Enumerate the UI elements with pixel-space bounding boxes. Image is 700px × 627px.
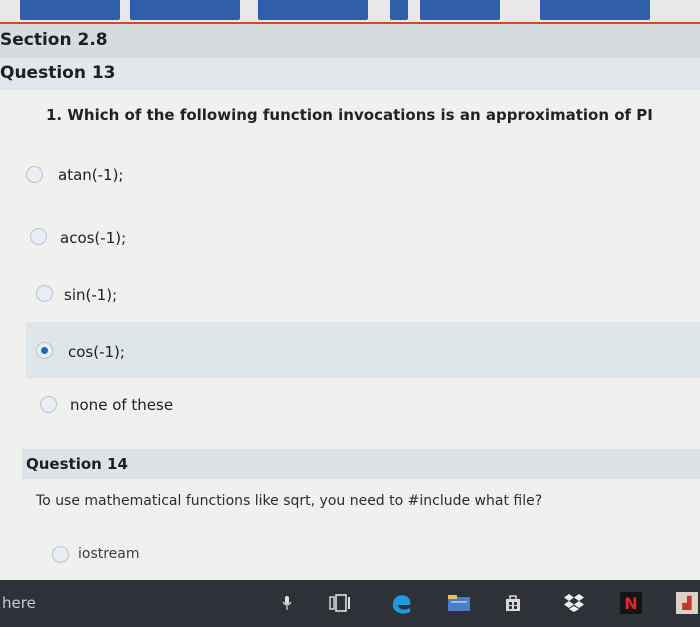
section-header: Section 2.8 xyxy=(0,24,700,59)
netflix-icon[interactable]: N xyxy=(620,592,642,614)
choice-acos[interactable]: acos(-1); xyxy=(26,212,700,262)
bookmark-item[interactable] xyxy=(130,0,240,20)
bookmark-item[interactable] xyxy=(540,0,650,20)
choice-label: iostream xyxy=(78,546,140,562)
microphone-icon[interactable] xyxy=(280,592,294,614)
bookmark-item[interactable] xyxy=(20,0,120,20)
choice-cos[interactable]: cos(-1); xyxy=(26,322,700,378)
browser-top-strip xyxy=(0,0,700,24)
dropbox-icon[interactable] xyxy=(562,592,586,614)
question-14-header: Question 14 xyxy=(22,449,700,479)
radio-button[interactable] xyxy=(36,285,53,302)
task-view-icon[interactable] xyxy=(328,592,352,614)
choice-none[interactable]: none of these xyxy=(26,384,700,434)
choice-iostream[interactable]: iostream xyxy=(26,536,700,570)
bookmark-item[interactable] xyxy=(390,0,408,20)
choice-label: sin(-1); xyxy=(64,286,118,304)
question-14-title: Question 14 xyxy=(26,455,128,473)
section-title: Section 2.8 xyxy=(0,30,108,50)
app-icon[interactable]: ▟ xyxy=(676,592,698,614)
bookmark-item[interactable] xyxy=(420,0,500,20)
taskbar-search[interactable]: here xyxy=(2,594,36,612)
radio-button[interactable] xyxy=(52,546,69,563)
choice-atan[interactable]: atan(-1); xyxy=(26,150,700,200)
windows-taskbar: here N ▟ xyxy=(0,580,700,627)
radio-button[interactable] xyxy=(30,228,47,245)
question-13-header: Question 13 xyxy=(0,58,700,90)
question-13-title: Question 13 xyxy=(0,63,116,83)
question-content: 1. Which of the following function invoc… xyxy=(0,90,700,580)
question-14-prompt: To use mathematical functions like sqrt,… xyxy=(36,493,543,509)
choice-label: acos(-1); xyxy=(60,229,127,247)
radio-button[interactable] xyxy=(26,166,43,183)
edge-icon[interactable] xyxy=(388,592,414,614)
choice-label: none of these xyxy=(70,396,174,414)
choice-sin[interactable]: sin(-1); xyxy=(26,268,700,318)
store-icon[interactable] xyxy=(502,592,524,614)
choice-label: cos(-1); xyxy=(68,343,125,361)
choice-label: atan(-1); xyxy=(58,166,124,184)
question-13-prompt: 1. Which of the following function invoc… xyxy=(46,106,653,124)
radio-button[interactable] xyxy=(40,396,57,413)
radio-button-selected[interactable] xyxy=(36,342,53,359)
bookmark-item[interactable] xyxy=(258,0,368,20)
file-explorer-icon[interactable] xyxy=(446,592,472,614)
